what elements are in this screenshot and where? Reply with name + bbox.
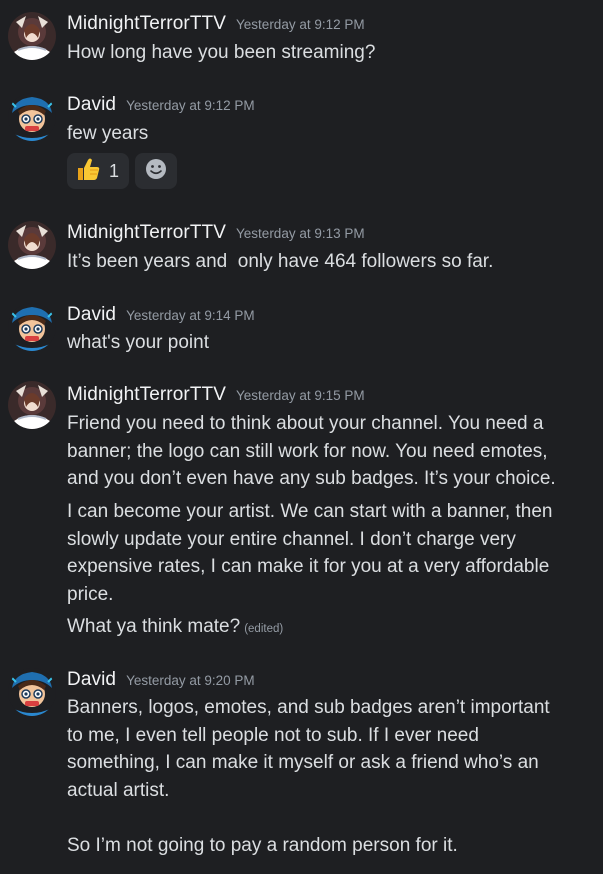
timestamp: Yesterday at 9:15 PM bbox=[236, 388, 365, 403]
message-text: what's your point bbox=[67, 332, 209, 353]
message-text: I can become your artist. We can start w… bbox=[67, 501, 558, 605]
message-text: What ya think mate? (edited) bbox=[67, 613, 567, 644]
username[interactable]: MidnightTerrorTTV bbox=[67, 222, 226, 244]
username[interactable]: MidnightTerrorTTV bbox=[67, 13, 226, 35]
chat-log: MidnightTerrorTTV Yesterday at 9:12 PM H… bbox=[0, 0, 603, 874]
message-text-line: What ya think mate? bbox=[67, 616, 241, 637]
edited-label: (edited) bbox=[244, 623, 284, 635]
avatar-midnightterror[interactable] bbox=[8, 12, 56, 60]
reactions-bar: 1 bbox=[67, 153, 177, 189]
reaction-count: 1 bbox=[109, 160, 120, 181]
message-text: It’s been years and only have 464 follow… bbox=[67, 251, 494, 272]
message-text: few years bbox=[67, 123, 149, 144]
smiley-icon bbox=[145, 158, 167, 185]
username[interactable]: David bbox=[67, 304, 116, 326]
timestamp: Yesterday at 9:12 PM bbox=[236, 17, 365, 32]
timestamp: Yesterday at 9:12 PM bbox=[126, 98, 255, 113]
reaction-thumbs-up[interactable]: 1 bbox=[67, 153, 129, 189]
avatar-david[interactable] bbox=[8, 668, 56, 716]
username[interactable]: David bbox=[67, 669, 116, 691]
timestamp: Yesterday at 9:13 PM bbox=[236, 226, 365, 241]
timestamp: Yesterday at 9:20 PM bbox=[126, 673, 255, 688]
timestamp: Yesterday at 9:14 PM bbox=[126, 308, 255, 323]
username[interactable]: MidnightTerrorTTV bbox=[67, 384, 226, 406]
avatar-david[interactable] bbox=[8, 93, 56, 141]
avatar-midnightterror[interactable] bbox=[8, 221, 56, 269]
message-text: How long have you been streaming? bbox=[67, 42, 376, 63]
add-reaction-button[interactable] bbox=[135, 153, 177, 189]
username[interactable]: David bbox=[67, 94, 116, 116]
avatar-david[interactable] bbox=[8, 303, 56, 351]
avatar-midnightterror[interactable] bbox=[8, 381, 56, 429]
message-text: Banners, logos, emotes, and sub badges a… bbox=[67, 697, 550, 856]
message-text: Friend you need to think about your chan… bbox=[67, 413, 556, 489]
thumbs-up-icon bbox=[75, 156, 101, 187]
